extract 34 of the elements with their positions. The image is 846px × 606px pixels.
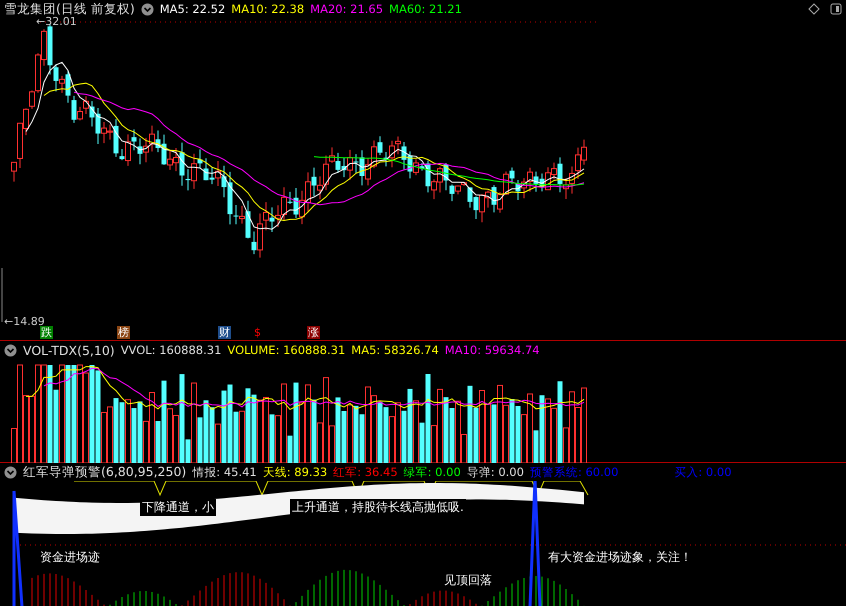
ma-value: MA20: 21.65 (310, 2, 384, 16)
diamond-icon[interactable] (808, 3, 820, 15)
indicator-value: 情报: 45.41 (192, 464, 257, 480)
indicator-value: 红军: 36.45 (333, 464, 398, 480)
indicator-title: 红军导弹预警(6,80,95,250) (23, 464, 186, 480)
signal-note: 资金进场迹 (38, 549, 102, 566)
volume-value: VVOL: 160888.31 (120, 343, 222, 357)
signal-note: 下降通道，小 (140, 499, 216, 516)
dropdown-icon[interactable] (140, 2, 154, 16)
volume-value: MA5: 58326.74 (351, 343, 439, 357)
ma-value: MA5: 22.52 (160, 2, 226, 16)
stock-title: 雪龙集团(日线 前复权) (4, 0, 135, 16)
event-marker[interactable]: $ (253, 326, 262, 339)
indicator-title: VOL-TDX(5,10) (23, 342, 115, 358)
signal-note: 上升通道，持股待长线高抛低吸. (290, 499, 466, 516)
ma-value: MA60: 21.21 (389, 2, 462, 16)
signal-note: 见顶回落 (442, 572, 494, 589)
indicator-value: 导弹: 0.00 (466, 464, 524, 480)
low-price-label: ←14.89 (4, 315, 45, 328)
ma-value: MA10: 22.38 (231, 2, 304, 16)
event-marker[interactable]: 榜 (117, 326, 130, 339)
high-price-label: ←32.01 (36, 15, 77, 28)
event-marker[interactable]: 跌 (40, 326, 53, 339)
event-marker[interactable]: 涨 (307, 326, 320, 339)
square-icon[interactable] (830, 3, 842, 15)
volume-value: VOLUME: 160888.31 (227, 343, 346, 357)
indicator-value: 买入: 0.00 (674, 464, 732, 480)
event-marker[interactable]: 财 (218, 326, 231, 339)
indicator-value: 天线: 89.33 (262, 464, 328, 480)
dropdown-icon[interactable] (4, 344, 17, 356)
indicator-value: 绿军: 0.00 (404, 464, 461, 480)
volume-value: MA10: 59634.74 (444, 343, 540, 357)
dropdown-icon[interactable] (4, 466, 17, 478)
indicator-value: 预警系统: 60.00 (530, 464, 618, 480)
